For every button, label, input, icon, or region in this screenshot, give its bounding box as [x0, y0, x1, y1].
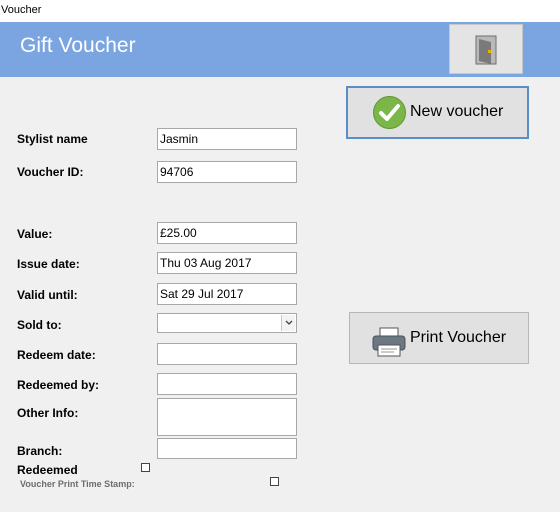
voucher-id-label: Voucher ID:: [17, 165, 84, 179]
issue-date-label: Issue date:: [17, 257, 80, 271]
redeem-date-label: Redeem date:: [17, 348, 96, 362]
valid-until-label: Valid until:: [17, 288, 78, 302]
redeem-date-field[interactable]: [157, 343, 297, 365]
print-voucher-label: Print Voucher: [410, 329, 507, 346]
header-bar: Gift Voucher: [0, 22, 560, 77]
stylist-name-field[interactable]: Jasmin: [157, 128, 297, 150]
other-info-field[interactable]: [157, 398, 297, 436]
print-time-stamp-checkbox[interactable]: [270, 477, 279, 486]
voucher-id-field[interactable]: 94706: [157, 161, 297, 183]
new-voucher-label: New voucher: [410, 103, 504, 120]
stylist-name-label: Stylist name: [17, 132, 88, 146]
other-info-label: Other Info:: [17, 406, 79, 420]
print-voucher-button[interactable]: Print Voucher: [349, 312, 529, 364]
checkmark-icon: [373, 96, 406, 129]
issue-date-field[interactable]: Thu 03 Aug 2017: [157, 252, 297, 274]
new-voucher-button[interactable]: New voucher: [346, 86, 529, 139]
redeemed-by-field[interactable]: [157, 373, 297, 395]
window-titlebar: Voucher: [0, 0, 560, 23]
redeemed-label: Redeemed: [17, 463, 78, 477]
redeemed-by-label: Redeemed by:: [17, 378, 100, 392]
branch-label: Branch:: [17, 444, 63, 458]
redeemed-checkbox[interactable]: [141, 463, 150, 472]
printer-icon: [372, 327, 406, 357]
window-title: Voucher: [1, 4, 42, 16]
door-exit-icon: [475, 35, 497, 65]
value-field[interactable]: £25.00: [157, 222, 297, 244]
valid-until-field[interactable]: Sat 29 Jul 2017: [157, 283, 297, 305]
value-label: Value:: [17, 227, 53, 241]
branch-field[interactable]: [157, 438, 297, 459]
sold-to-label: Sold to:: [17, 318, 62, 332]
sold-to-dropdown-button[interactable]: [281, 315, 295, 331]
print-time-stamp-label: Voucher Print Time Stamp:: [20, 479, 135, 489]
sold-to-select[interactable]: [157, 313, 297, 333]
exit-button[interactable]: [449, 24, 523, 74]
page-title: Gift Voucher: [20, 34, 136, 57]
chevron-down-icon: [285, 320, 293, 325]
